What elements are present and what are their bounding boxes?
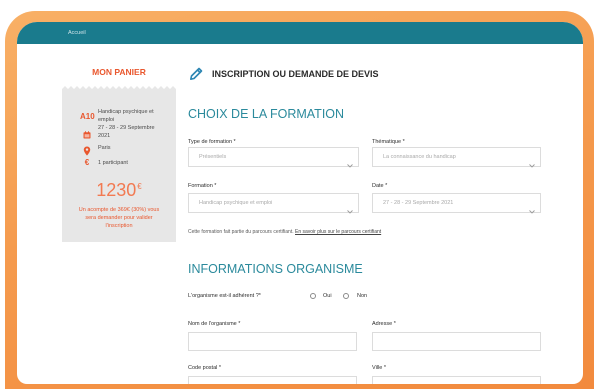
top-navigation-bar: Accueil — [17, 22, 583, 44]
date-select[interactable]: 27 - 28 - 29 Septembre 2021 — [372, 193, 541, 214]
certified-path-link[interactable]: En savoir plus sur le parcours certifian… — [295, 229, 381, 235]
date-label: Date * — [372, 183, 388, 189]
cart-sidebar: MON PANIER A10 Handicap psychique et emp… — [62, 66, 176, 242]
formation-label: Formation * — [188, 183, 217, 189]
deposit-note-line: Un acompte de 369€ (30%) vous — [78, 207, 160, 213]
organisation-name-input[interactable] — [188, 332, 357, 351]
member-question-label: L'organisme est-il adhérent ?* — [188, 293, 261, 299]
member-yes-label[interactable]: Oui — [323, 292, 332, 300]
postal-code-input[interactable] — [188, 376, 357, 384]
course-code: A10 — [80, 112, 95, 121]
chevron-down-icon — [347, 155, 353, 168]
deposit-note-line: sera demander pour valider — [85, 215, 153, 221]
member-no-label[interactable]: Non — [357, 292, 367, 300]
formation-value: Handicap psychique et emploi — [199, 200, 273, 206]
certified-path-text: Cette formation fait partie du parcours … — [188, 229, 294, 235]
chevron-down-icon — [347, 201, 353, 214]
address-input[interactable] — [372, 332, 541, 351]
formation-select[interactable]: Handicap psychique et emploi — [188, 193, 359, 214]
registration-form: INSCRIPTION OU DEMANDE DE DEVIS CHOIX DE… — [188, 66, 560, 384]
date-value: 27 - 28 - 29 Septembre 2021 — [383, 200, 454, 206]
participant-count: 1 participant — [98, 160, 128, 166]
chevron-down-icon — [529, 201, 535, 214]
chevron-down-icon — [529, 155, 535, 168]
city-label: Ville * — [372, 365, 386, 371]
section-heading-formation: CHOIX DE LA FORMATION — [188, 107, 345, 121]
course-name-line: emploi — [98, 117, 115, 123]
section-heading-organisme: INFORMATIONS ORGANISME — [188, 262, 363, 276]
price-amount: 1230 — [96, 180, 137, 200]
city-input[interactable] — [372, 376, 541, 384]
member-yes-radio[interactable] — [310, 293, 316, 299]
training-type-value: Présentiels — [199, 154, 227, 160]
euro-icon: € — [84, 158, 90, 167]
browser-screen: Accueil MON PANIER A10 Handicap psychiqu… — [17, 22, 583, 384]
deposit-note: Un acompte de 369€ (30%) vous sera deman… — [62, 206, 176, 230]
deposit-note-line: l'inscription — [105, 223, 133, 229]
cart-total-price: 1230€ — [62, 179, 176, 205]
course-name-line: Handicap psychique et — [98, 109, 154, 115]
cart-summary-card: A10 Handicap psychique et emploi 27 - 28… — [62, 86, 176, 242]
course-date-line: 27 - 28 - 29 Septembre — [98, 125, 155, 131]
map-pin-icon — [83, 143, 91, 156]
member-no-radio[interactable] — [343, 293, 349, 299]
page-title: INSCRIPTION OU DEMANDE DE DEVIS — [212, 69, 379, 79]
postal-code-label: Code postal * — [188, 365, 222, 371]
theme-value: La connaissance du handicap — [383, 154, 456, 160]
theme-select[interactable]: La connaissance du handicap — [372, 147, 541, 168]
price-currency: € — [137, 182, 142, 191]
training-type-label: Type de formation * — [188, 139, 236, 145]
course-name: Handicap psychique et emploi — [98, 108, 154, 124]
course-location: Paris — [98, 145, 111, 151]
address-label: Adresse * — [372, 321, 396, 327]
pencil-icon — [189, 67, 203, 81]
calendar-icon — [83, 126, 91, 139]
cart-title: MON PANIER — [92, 67, 146, 77]
certified-path-note: Cette formation fait partie du parcours … — [188, 228, 381, 236]
organisation-name-label: Nom de l'organisme * — [188, 321, 241, 327]
course-date-line: 2021 — [98, 133, 111, 139]
course-dates: 27 - 28 - 29 Septembre 2021 — [98, 124, 155, 140]
theme-label: Thématique * — [372, 139, 405, 145]
breadcrumb-home-link[interactable]: Accueil — [68, 22, 86, 44]
training-type-select[interactable]: Présentiels — [188, 147, 359, 168]
